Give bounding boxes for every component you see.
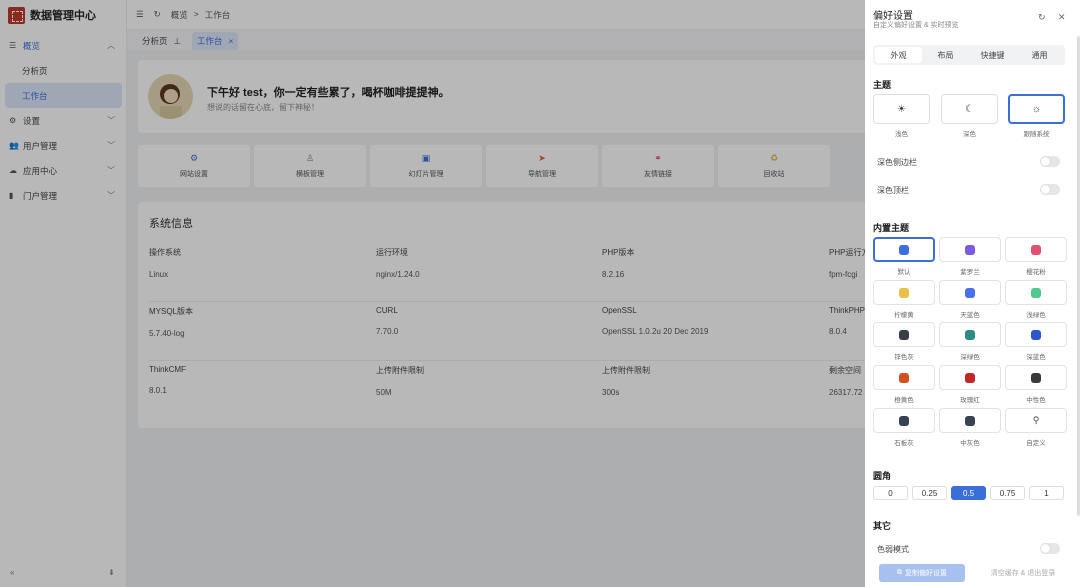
color-chip bbox=[965, 287, 975, 298]
color-chip bbox=[1031, 372, 1041, 383]
theme-swatch[interactable] bbox=[873, 237, 935, 262]
color-chip bbox=[965, 415, 975, 426]
theme-swatch[interactable] bbox=[939, 280, 1001, 305]
theme-system[interactable]: ☼ bbox=[1008, 94, 1065, 124]
theme-light[interactable]: ☀ bbox=[873, 94, 930, 124]
theme-dark[interactable]: ☾ bbox=[941, 94, 998, 124]
preferences-drawer: 偏好设置 自定义偏好设置 & 实时预览 ↻ ✕ 外观 布局 快捷键 通用 主题 … bbox=[865, 0, 1080, 587]
color-chip bbox=[1031, 329, 1041, 340]
close-icon[interactable]: ✕ bbox=[1058, 12, 1066, 23]
color-chip bbox=[965, 244, 975, 255]
swatch-label: 默认 bbox=[897, 269, 911, 276]
tab-appearance[interactable]: 外观 bbox=[875, 47, 922, 63]
theme-swatch[interactable] bbox=[939, 365, 1001, 390]
color-chip bbox=[899, 372, 909, 383]
color-weak-toggle[interactable] bbox=[1040, 543, 1060, 554]
theme-label: 浅色 bbox=[895, 131, 908, 138]
swatch-label: 深蓝色 bbox=[1026, 354, 1046, 361]
preferences-tabs: 外观 布局 快捷键 通用 bbox=[873, 45, 1065, 65]
dark-sidebar-label: 深色侧边栏 bbox=[877, 158, 917, 167]
dark-header-label: 深色顶栏 bbox=[877, 186, 909, 195]
theme-swatch[interactable] bbox=[873, 280, 935, 305]
copy-preferences-button[interactable]: ⧉ 复制偏好设置 bbox=[879, 564, 965, 582]
modal-overlay[interactable] bbox=[0, 0, 865, 587]
color-chip bbox=[965, 329, 975, 340]
drawer-subtitle: 自定义偏好设置 & 实时预览 bbox=[873, 22, 959, 29]
theme-swatch[interactable] bbox=[873, 365, 935, 390]
auto-icon: ☼ bbox=[1031, 103, 1042, 115]
dark-sidebar-toggle[interactable] bbox=[1040, 156, 1060, 167]
custom-color-icon: ⚲ bbox=[1032, 415, 1040, 425]
color-weak-label: 色弱模式 bbox=[877, 545, 909, 554]
color-chip bbox=[965, 372, 975, 383]
theme-swatch[interactable] bbox=[1005, 280, 1067, 305]
swatch-label: 樱花粉 bbox=[1026, 269, 1046, 276]
swatch-label: 浅绿色 bbox=[1026, 312, 1046, 319]
sun-icon: ☀ bbox=[897, 103, 906, 115]
color-chip bbox=[899, 287, 909, 298]
swatch-label: 中性色 bbox=[1026, 397, 1046, 404]
theme-label: 深色 bbox=[963, 131, 976, 138]
theme-swatch[interactable] bbox=[939, 408, 1001, 433]
swatch-label: 自定义 bbox=[1026, 440, 1046, 447]
theme-label: 跟随系统 bbox=[1023, 131, 1050, 138]
color-chip bbox=[899, 244, 909, 255]
color-chip bbox=[1031, 287, 1041, 298]
radius-option-05[interactable]: 0.5 bbox=[951, 486, 986, 500]
tab-shortcuts[interactable]: 快捷键 bbox=[969, 47, 1016, 63]
color-chip bbox=[1031, 244, 1041, 255]
swatch-label: 石板灰 bbox=[894, 440, 914, 447]
theme-swatch[interactable] bbox=[873, 322, 935, 347]
swatch-label: 玫瑰红 bbox=[960, 397, 980, 404]
radius-option-0[interactable]: 0 bbox=[873, 486, 908, 500]
tab-layout[interactable]: 布局 bbox=[922, 47, 969, 63]
radius-section-title: 圆角 bbox=[873, 471, 892, 481]
copy-button-label: 复制偏好设置 bbox=[905, 570, 947, 577]
radius-option-075[interactable]: 0.75 bbox=[990, 486, 1025, 500]
theme-swatch[interactable] bbox=[939, 322, 1001, 347]
swatch-label: 中灰色 bbox=[960, 440, 980, 447]
swatch-label: 天蓝色 bbox=[960, 312, 980, 319]
theme-swatch[interactable] bbox=[1005, 322, 1067, 347]
swatch-label: 深绿色 bbox=[960, 354, 980, 361]
other-section-title: 其它 bbox=[873, 521, 892, 531]
reset-icon[interactable]: ↻ bbox=[1038, 12, 1046, 23]
builtin-theme-title: 内置主题 bbox=[873, 223, 910, 233]
swatch-label: 紫罗兰 bbox=[960, 269, 980, 276]
copy-icon: ⧉ bbox=[897, 569, 902, 576]
color-chip bbox=[899, 415, 909, 426]
swatch-label: 柠檬黄 bbox=[894, 312, 914, 319]
swatch-label: 锌色灰 bbox=[894, 354, 914, 361]
swatch-label: 橙黄色 bbox=[894, 397, 914, 404]
tab-general[interactable]: 通用 bbox=[1016, 47, 1063, 63]
theme-swatch[interactable]: ⚲ bbox=[1005, 408, 1067, 433]
color-chip bbox=[899, 329, 909, 340]
theme-swatch[interactable] bbox=[1005, 237, 1067, 262]
theme-swatch[interactable] bbox=[873, 408, 935, 433]
moon-icon: ☾ bbox=[965, 103, 974, 115]
theme-swatch[interactable] bbox=[1005, 365, 1067, 390]
theme-swatch[interactable] bbox=[939, 237, 1001, 262]
app: 数据管理中心 ☰ 概览 ︿ 分析页 工作台 ⚙ 设置 ﹀ 👥 用户管理 ﹀ ☁ … bbox=[0, 0, 1080, 587]
clear-cache-logout-button[interactable]: 清空缓存 & 退出登录 bbox=[983, 564, 1063, 582]
radius-option-1[interactable]: 1 bbox=[1029, 486, 1064, 500]
dark-header-toggle[interactable] bbox=[1040, 184, 1060, 195]
theme-section-title: 主题 bbox=[873, 80, 892, 90]
radius-option-025[interactable]: 0.25 bbox=[912, 486, 947, 500]
